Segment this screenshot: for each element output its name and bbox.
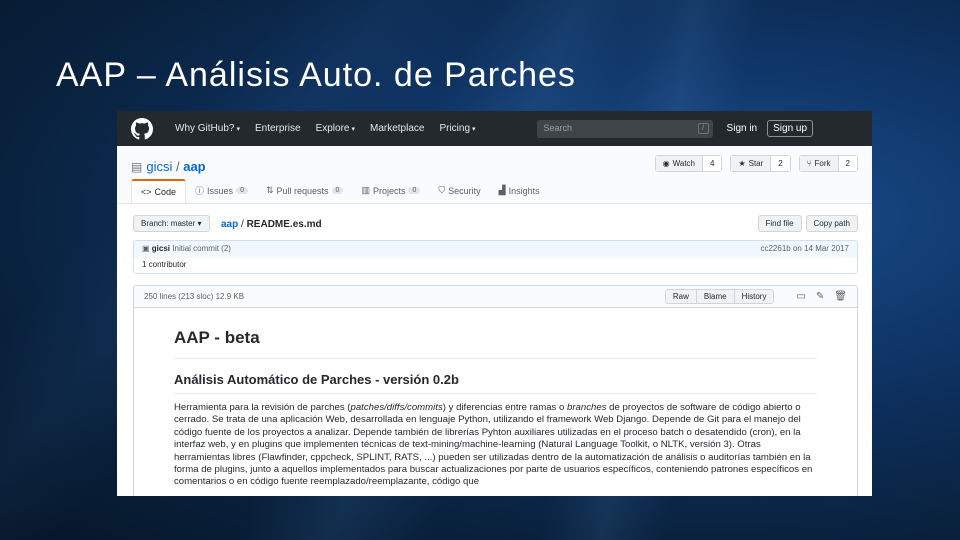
commit-meta: cc2261b on 14 Mar 2017: [760, 244, 849, 253]
file-info: 250 lines (213 sloc) 12.9 KB: [144, 292, 245, 301]
slide-title: AAP – Análisis Auto. de Parches: [56, 56, 576, 94]
triangle-down-icon: ▾: [197, 219, 202, 228]
slash-key-icon: /: [697, 122, 709, 134]
fork-label: Fork: [814, 159, 831, 168]
tab-projects[interactable]: ▥ Projects 0: [352, 179, 429, 203]
branch-selector[interactable]: Branch: master ▾: [133, 215, 210, 232]
chevron-down-icon: ▾: [236, 126, 240, 133]
star-count[interactable]: 2: [771, 156, 790, 171]
commit-date: on 14 Mar 2017: [792, 244, 849, 253]
file-action-group: Raw Blame History: [664, 289, 775, 304]
star-button[interactable]: ★ Star 2: [730, 155, 791, 172]
breadcrumb-repo-link[interactable]: aap: [221, 219, 238, 230]
issue-icon: ⓘ: [195, 186, 205, 196]
latest-commit: ▣ gicsi Initial commit (2) cc2261b on 14…: [134, 241, 857, 258]
tab-insights[interactable]: ▟ Insights: [490, 179, 549, 203]
watch-count[interactable]: 4: [702, 156, 722, 171]
nav-why-github[interactable]: Why GitHub? ▾: [175, 123, 240, 134]
commit-message[interactable]: Initial commit (2): [172, 244, 231, 253]
github-logo-icon[interactable]: [131, 117, 153, 140]
eye-icon: ◉: [662, 159, 670, 168]
repo-owner-link[interactable]: gicsi: [146, 159, 172, 174]
issues-count: 0: [236, 187, 248, 194]
tab-code[interactable]: <> Code: [131, 179, 187, 203]
chevron-down-icon: ▾: [351, 126, 355, 133]
contributors-row: 1 contributor: [134, 258, 857, 273]
readme-subheading: Análisis Automático de Parches - versión…: [174, 372, 817, 394]
nav-enterprise[interactable]: Enterprise: [255, 123, 301, 134]
avatar[interactable]: ▣: [142, 244, 150, 253]
repo-book-icon: ▤: [131, 160, 143, 174]
commit-sha[interactable]: cc2261b: [760, 244, 790, 253]
chevron-down-icon: ▾: [472, 126, 476, 133]
star-icon: ★: [738, 159, 746, 168]
pencil-icon[interactable]: ✎: [816, 291, 824, 302]
readme-paragraph: Herramienta para la revisión de parches …: [174, 402, 813, 488]
file-view: 250 lines (213 sloc) 12.9 KB Raw Blame H…: [133, 285, 858, 496]
contributors-link[interactable]: 1 contributor: [142, 260, 186, 269]
repo-tabs: <> Code ⓘ Issues 0 ⇅ Pull requests 0 ▥ Project…: [131, 179, 549, 203]
commit-author[interactable]: gicsi: [152, 244, 170, 253]
star-label: Star: [748, 159, 764, 168]
repo-header: ▤ gicsi / aap ◉ Watch 4 ★ Star 2 ⑂ Fork 2 <>…: [117, 146, 872, 204]
projects-count: 0: [408, 187, 421, 194]
find-file-button[interactable]: Find file: [757, 215, 802, 232]
trash-icon[interactable]: 🗑: [834, 291, 847, 302]
code-icon: <>: [141, 186, 152, 197]
commit-tease: ▣ gicsi Initial commit (2) cc2261b on 14…: [133, 240, 858, 274]
tab-pull-requests[interactable]: ⇅ Pull requests 0: [257, 179, 352, 203]
tab-security[interactable]: ⛉ Security: [429, 179, 489, 203]
shield-icon: ⛉: [438, 185, 446, 195]
watch-button[interactable]: ◉ Watch 4: [654, 155, 723, 172]
search-placeholder: Search: [543, 122, 573, 133]
history-button[interactable]: History: [734, 290, 774, 303]
github-screenshot: Why GitHub? ▾ Enterprise Explore ▾ Marketp…: [117, 111, 872, 496]
watch-label: Watch: [672, 159, 695, 168]
repo-name-link[interactable]: aap: [183, 159, 205, 174]
nav-pricing[interactable]: Pricing ▾: [439, 123, 475, 134]
fork-icon: ⑂: [806, 159, 812, 168]
desktop-icon[interactable]: ▭: [796, 291, 805, 302]
pull-requests-count: 0: [331, 187, 344, 194]
blame-button[interactable]: Blame: [696, 290, 735, 303]
nav-marketplace[interactable]: Marketplace: [370, 123, 424, 134]
repo-actions: ◉ Watch 4 ★ Star 2 ⑂ Fork 2: [654, 155, 858, 172]
copy-path-button[interactable]: Copy path: [805, 215, 858, 232]
nav-explore[interactable]: Explore ▾: [316, 123, 355, 134]
breadcrumb-file: README.es.md: [246, 219, 322, 230]
pull-request-icon: ⇅: [265, 185, 274, 195]
raw-button[interactable]: Raw: [665, 290, 697, 303]
github-header: Why GitHub? ▾ Enterprise Explore ▾ Marketp…: [117, 111, 872, 146]
sign-in-link[interactable]: Sign in: [727, 123, 758, 134]
breadcrumb: aap / README.es.md: [221, 219, 322, 230]
readme-heading: AAP - beta: [174, 328, 817, 359]
repo-title: ▤ gicsi / aap: [131, 159, 206, 174]
project-icon: ▥: [361, 185, 370, 195]
file-tools: Raw Blame History ▭ ✎ 🗑: [664, 289, 847, 304]
fork-count[interactable]: 2: [838, 156, 857, 171]
graph-icon: ▟: [498, 185, 506, 195]
sign-up-button[interactable]: Sign up: [767, 120, 814, 137]
file-nav-actions: Find file Copy path: [757, 215, 858, 232]
readme-content: AAP - beta Análisis Automático de Parche…: [134, 308, 857, 489]
file-navigation: Branch: master ▾ aap / README.es.md Find…: [117, 213, 872, 237]
file-header: 250 lines (213 sloc) 12.9 KB Raw Blame H…: [134, 286, 857, 308]
tab-issues[interactable]: ⓘ Issues 0: [186, 179, 257, 203]
fork-button[interactable]: ⑂ Fork 2: [798, 155, 858, 172]
search-input[interactable]: Search /: [536, 119, 713, 138]
